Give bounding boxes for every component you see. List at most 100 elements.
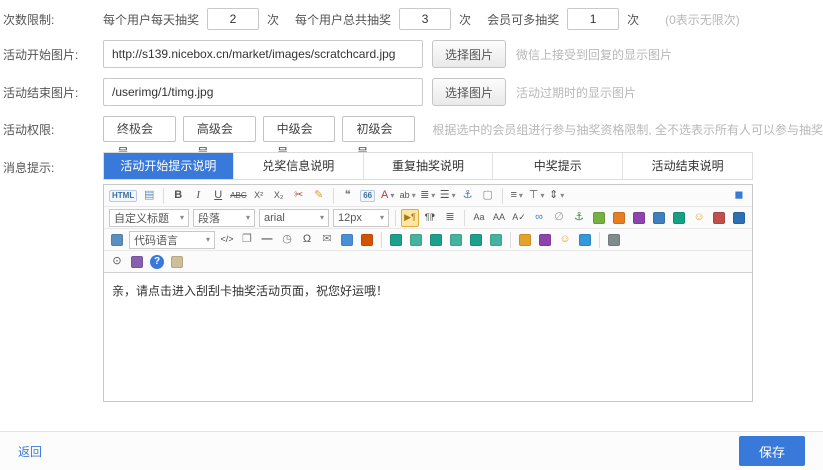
permission-option-button[interactable]: 终极会员 (103, 116, 176, 142)
blockquote-icon[interactable]: 66 (359, 187, 377, 205)
toolbar-separator (510, 232, 511, 248)
toolbar-separator (502, 188, 503, 204)
page-layout-icon[interactable]: ≣ (441, 209, 459, 227)
chevron-down-icon: ▾ (320, 213, 324, 222)
quote-icon[interactable]: ❝ (339, 187, 357, 205)
attachment-icon[interactable] (650, 209, 668, 227)
bold-icon[interactable]: B (169, 187, 187, 205)
total-label: 每个用户总共抽奖 (295, 11, 391, 28)
paragraph-select[interactable]: 段落▾ (193, 209, 255, 227)
end-image-pick-button[interactable]: 选择图片 (432, 78, 506, 106)
message-row: 消息提示: 活动开始提示说明兑奖信息说明重复抽奖说明中奖提示活动结束说明 (0, 152, 823, 180)
eraser-icon[interactable]: ✂ (290, 187, 308, 205)
map-icon[interactable] (338, 231, 356, 249)
fullscreen-icon[interactable]: ◼ (730, 187, 748, 205)
source-code-icon[interactable]: </> (218, 231, 236, 249)
font-size-select[interactable]: 12px▾ (333, 209, 389, 227)
line-height-icon[interactable]: ⇕▾ (548, 187, 566, 205)
highlight-color-icon[interactable]: ab▾ (399, 187, 417, 205)
help-icon[interactable]: ? (148, 253, 166, 271)
baidu-map-icon[interactable] (358, 231, 376, 249)
replace-icon[interactable] (128, 253, 146, 271)
table-split-icon[interactable] (467, 231, 485, 249)
flash-icon[interactable] (610, 209, 628, 227)
custom-title-select[interactable]: 自定义标题▾ (109, 209, 189, 227)
message-label: 消息提示: (3, 152, 103, 176)
permission-option-button[interactable]: 中级会员 (263, 116, 336, 142)
new-page-icon[interactable]: ▢ (479, 187, 497, 205)
chevron-down-icon: ▾ (380, 213, 384, 222)
anchor-icon[interactable]: ⚓ (459, 187, 477, 205)
table-insert-icon[interactable] (387, 231, 405, 249)
paste-plain-icon[interactable] (168, 253, 186, 271)
font-family-select[interactable]: arial▾ (259, 209, 329, 227)
web-image-icon[interactable] (710, 209, 728, 227)
chevron-down-icon: ▾ (180, 213, 184, 222)
code-language-select[interactable]: 代码语言▾ (129, 231, 215, 249)
globe-icon[interactable] (576, 231, 594, 249)
per-day-input[interactable] (207, 8, 259, 30)
permission-option-button[interactable]: 高级会员 (183, 116, 256, 142)
print-icon[interactable] (605, 231, 623, 249)
member-extra-input[interactable] (567, 8, 619, 30)
message-tab[interactable]: 重复抽奖说明 (363, 153, 493, 179)
anchor-green-icon[interactable]: ⚓ (570, 209, 588, 227)
message-tab[interactable]: 活动结束说明 (622, 153, 752, 179)
find-icon[interactable]: ⊙ (108, 253, 126, 271)
back-link[interactable]: 返回 (18, 443, 42, 460)
message-tab[interactable]: 兑奖信息说明 (233, 153, 363, 179)
paragraph-icon[interactable]: ¶⁋ (421, 209, 439, 227)
limit-label: 次数限制: (3, 11, 103, 28)
media-plugin-icon[interactable]: ▶¶ (401, 209, 419, 227)
table-col-icon[interactable] (427, 231, 445, 249)
valign-top-icon[interactable]: ⊤▾ (528, 187, 546, 205)
italic-icon[interactable]: I (189, 187, 207, 205)
template-icon[interactable] (516, 231, 534, 249)
html-source-icon[interactable]: HTML (108, 187, 138, 205)
preview-icon[interactable]: ▤ (140, 187, 158, 205)
permission-option-button[interactable]: 初级会员 (342, 116, 415, 142)
emoticon-2-icon[interactable]: ☺ (556, 231, 574, 249)
hr-icon[interactable]: — (258, 231, 276, 249)
spellcheck-icon[interactable]: A✓ (510, 209, 528, 227)
link-icon[interactable]: ∞ (530, 209, 548, 227)
letter-case-icon[interactable]: Aa (470, 209, 488, 227)
font-color-icon[interactable]: A▾ (379, 187, 397, 205)
table-delete-icon[interactable] (487, 231, 505, 249)
table-merge-icon[interactable] (447, 231, 465, 249)
superscript-icon[interactable]: X² (250, 187, 268, 205)
layout-icon[interactable] (536, 231, 554, 249)
blue-page-icon[interactable] (730, 209, 748, 227)
table-row-icon[interactable] (407, 231, 425, 249)
image-icon[interactable] (590, 209, 608, 227)
clock-icon[interactable]: ◷ (278, 231, 296, 249)
editor-content[interactable]: 亲，请点击进入刮刮卡抽奖活动页面，祝您好运哦！ (104, 273, 752, 401)
save-button[interactable]: 保存 (739, 436, 805, 466)
mail-icon[interactable]: ✉ (318, 231, 336, 249)
clipboard-icon[interactable]: ❐ (238, 231, 256, 249)
underline-icon[interactable]: U (209, 187, 227, 205)
chevron-down-icon: ▾ (206, 235, 210, 244)
code-template-icon[interactable] (108, 231, 126, 249)
limit-hint: (0表示无限次) (665, 11, 740, 28)
unordered-list-icon[interactable]: ☰▾ (439, 187, 457, 205)
omega-icon[interactable]: Ω (298, 231, 316, 249)
align-left-icon[interactable]: ≡▾ (508, 187, 526, 205)
message-tab[interactable]: 中奖提示 (492, 153, 622, 179)
format-brush-icon[interactable]: ✎ (310, 187, 328, 205)
ordered-list-icon[interactable]: ≣▾ (419, 187, 437, 205)
editor-toolbar: HTML▤BIUABCX²X₂✂✎❝66A▾ab▾≣▾☰▾⚓▢≡▾⊤▾⇕▾◼自定… (104, 185, 752, 273)
table-icon[interactable] (670, 209, 688, 227)
start-image-input[interactable] (103, 40, 423, 68)
uppercase-icon[interactable]: AA (490, 209, 508, 227)
start-image-pick-button[interactable]: 选择图片 (432, 40, 506, 68)
total-input[interactable] (399, 8, 451, 30)
message-tab[interactable]: 活动开始提示说明 (104, 153, 233, 179)
unlink-icon[interactable]: ∅ (550, 209, 568, 227)
media-icon[interactable] (630, 209, 648, 227)
strikethrough-icon[interactable]: ABC (229, 187, 247, 205)
end-image-input[interactable] (103, 78, 423, 106)
emoticon-icon[interactable]: ☺ (690, 209, 708, 227)
subscript-icon[interactable]: X₂ (270, 187, 288, 205)
toolbar-separator (464, 210, 465, 226)
